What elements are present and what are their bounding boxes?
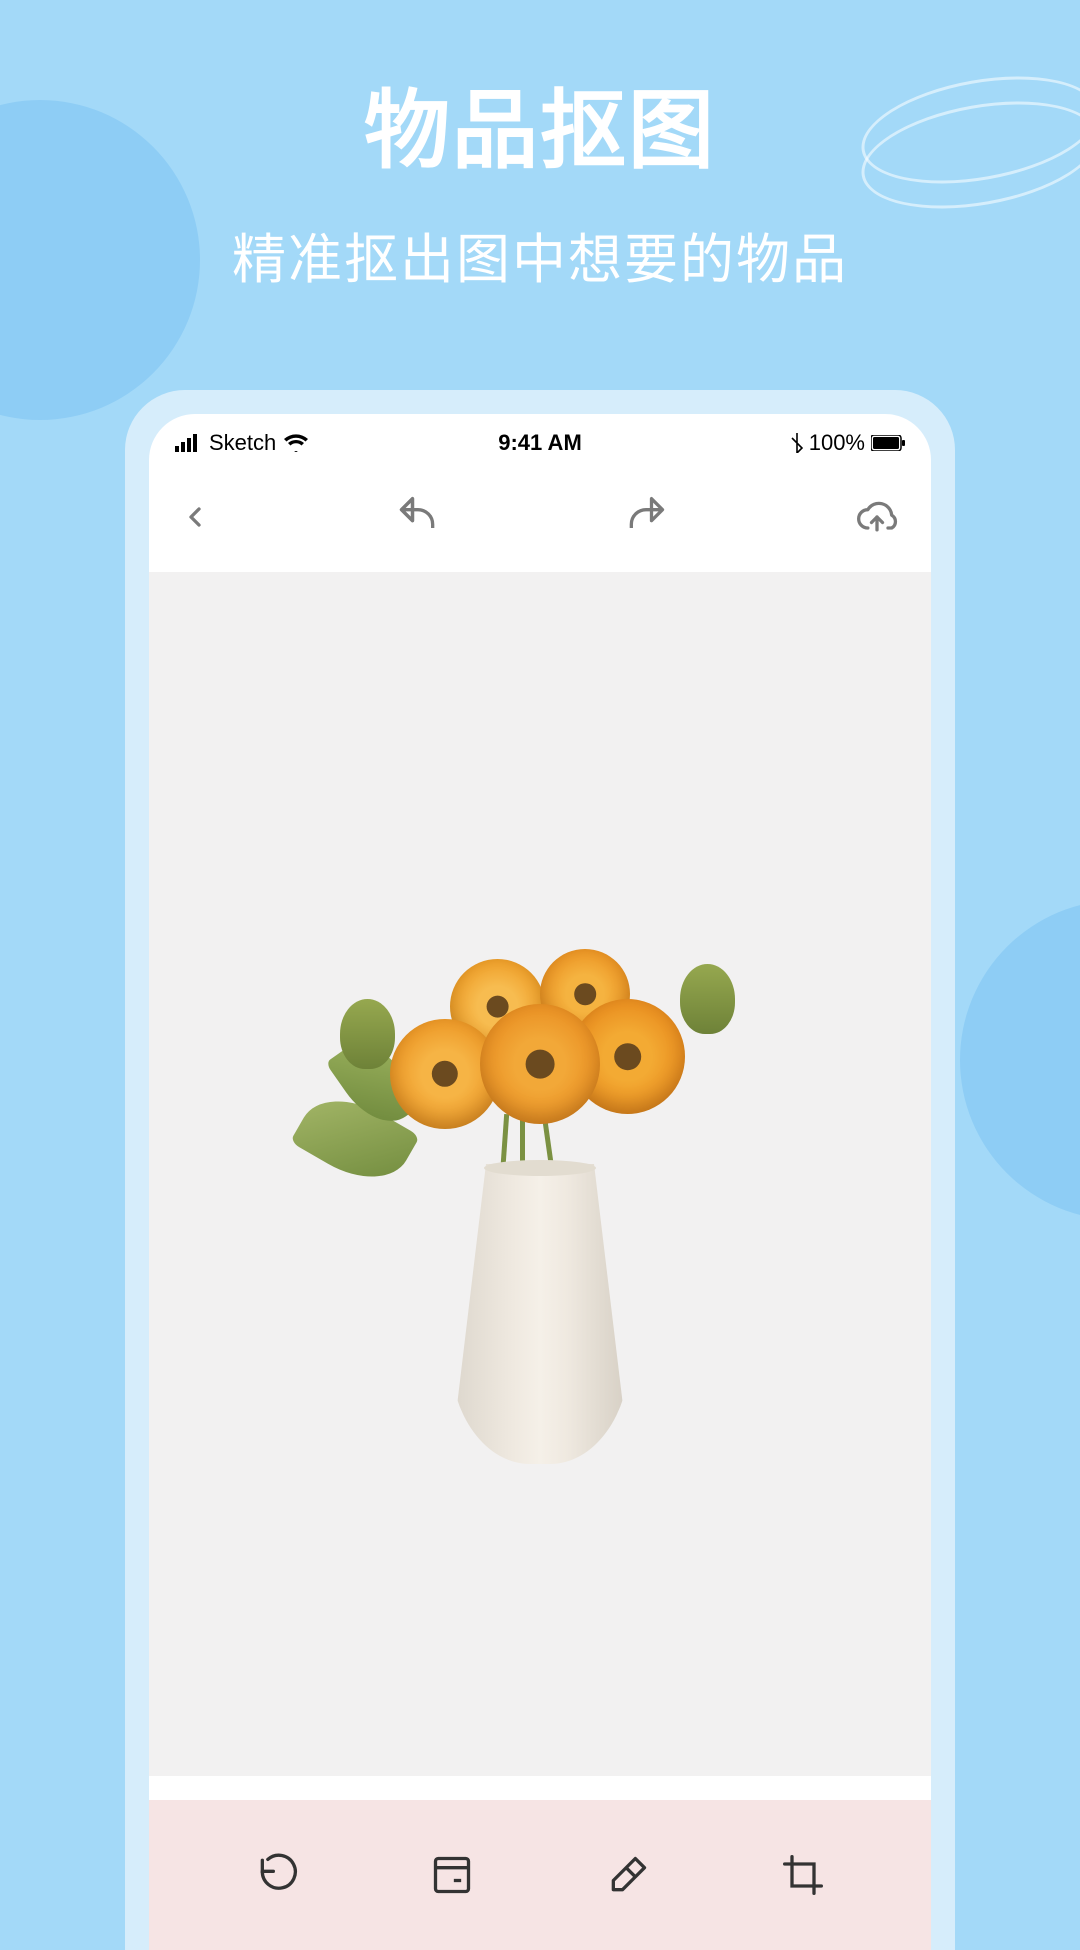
cutout-subject (300, 864, 780, 1484)
back-icon[interactable] (179, 495, 211, 539)
eraser-icon[interactable] (606, 1853, 650, 1897)
battery-icon (871, 435, 905, 451)
bottom-toolbar (149, 1800, 931, 1950)
top-toolbar (149, 462, 931, 572)
archive-icon[interactable] (430, 1853, 474, 1897)
page-subtitle: 精准抠出图中想要的物品 (0, 215, 1080, 294)
battery-label: 100% (809, 430, 865, 456)
carrier-label: Sketch (209, 430, 276, 456)
signal-icon (175, 434, 201, 452)
phone-mockup: Sketch 9:41 AM 100% (125, 390, 955, 1950)
cloud-upload-icon[interactable] (853, 495, 901, 539)
page-title: 物品抠图 (0, 0, 1080, 185)
bluetooth-icon (791, 433, 803, 453)
clock-label: 9:41 AM (498, 430, 582, 456)
redo-icon[interactable] (624, 495, 668, 539)
undo-icon[interactable] (396, 495, 440, 539)
crop-icon[interactable] (781, 1853, 825, 1897)
bg-decor-circle (960, 900, 1080, 1220)
editor-canvas[interactable] (149, 572, 931, 1776)
wifi-icon (284, 434, 308, 452)
phone-screen: Sketch 9:41 AM 100% (149, 414, 931, 1950)
reset-icon[interactable] (255, 1853, 299, 1897)
status-bar: Sketch 9:41 AM 100% (149, 414, 931, 462)
